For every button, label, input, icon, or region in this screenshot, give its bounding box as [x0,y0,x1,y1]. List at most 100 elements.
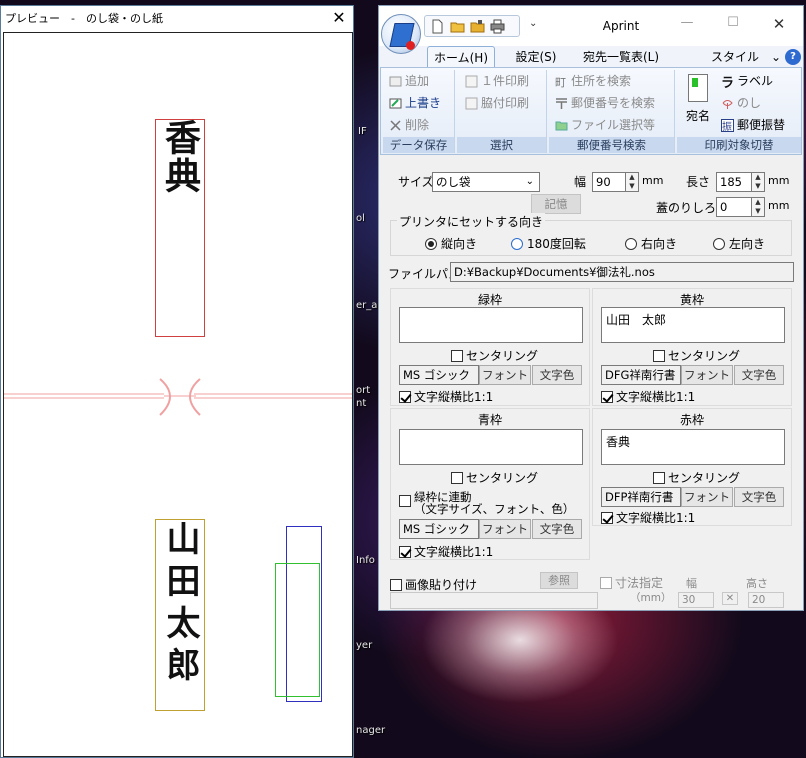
transfer-icon: 振 [721,119,734,133]
yellow-ratio-checkbox[interactable]: 文字縦横比1:1 [601,388,695,405]
close-icon[interactable]: ✕ [325,7,353,29]
svg-text:振: 振 [722,120,732,132]
length-stepper[interactable]: ▲ ▼ [752,172,765,192]
chevron-down-icon: ⌄ [525,176,534,187]
orientation-right[interactable]: 右向き [625,235,677,252]
blue-frame-textarea[interactable] [399,429,583,465]
tab-address-list[interactable]: 宛先一覧表(L) [581,46,661,68]
blue-link-green-checkbox[interactable]: 緑枠に連動 （文字サイズ、フォント、色） [399,491,574,515]
tab-home[interactable]: ホーム(H) [427,46,495,68]
search-address-button[interactable]: 町 住所を検索 [555,72,631,91]
yellow-frame-textarea[interactable]: 山田 太郎 [601,307,785,343]
dimension-checkbox[interactable]: 寸法指定 [600,574,663,591]
file-select-button[interactable]: ファイル選択等 [555,116,655,135]
label-button[interactable]: ラ ラベル [721,72,773,91]
length-label: 長さ [686,175,711,189]
help-icon[interactable]: ? [785,49,801,65]
dim-height-input[interactable]: 20 [748,592,784,608]
red-frame-textarea[interactable]: 香典 [601,429,785,465]
style-menu[interactable]: スタイル ⌄ [711,46,781,68]
desktop-icon-label[interactable]: IF [358,126,367,137]
blue-font-button[interactable]: フォント [479,519,531,539]
tab-settings[interactable]: 設定(S) [511,46,561,68]
size-select[interactable]: のし袋 ⌄ [432,172,540,192]
browse-button[interactable]: 参照 [540,572,578,589]
flap-input[interactable]: 0 [716,197,752,217]
orientation-group: プリンタにセットする向き 縦向き 180度回転 右向き 左向き [390,213,792,256]
add-button[interactable]: 追加 [389,72,429,91]
group-postal-search: 町 住所を検索 郵便番号を検索 ファイル選択等 郵便番号検索 [549,70,675,153]
width-stepper[interactable]: ▲ ▼ [626,172,639,192]
desktop-icon-label[interactable]: nt [356,398,366,409]
recipient-button[interactable]: 宛名 [681,72,715,126]
yellow-centering-checkbox[interactable]: センタリング [653,347,740,364]
delete-button[interactable]: 削除 [389,116,429,135]
red-centering-checkbox[interactable]: センタリング [653,469,740,486]
settings-panel: サイズ のし袋 ⌄ 幅 90 ▲ ▼ mm 長さ 185 ▲ ▼ mm 記憶 蓋のり… [380,158,802,610]
desktop-icon-label[interactable]: ort [356,385,370,396]
red-frame-text: 香典 [159,119,201,195]
length-input[interactable]: 185 [716,172,752,192]
desktop-icon-label[interactable]: nager [356,725,385,736]
orientation-title: プリンタにセットする向き [397,213,546,230]
green-ratio-checkbox[interactable]: 文字縦横比1:1 [399,388,493,405]
checkbox-icon [465,97,478,110]
orientation-left[interactable]: 左向き [713,235,765,252]
yellow-color-button[interactable]: 文字色 [734,365,784,385]
scissors-icon [389,119,402,132]
ribbon: 追加 上書き 削除 データ保存 １件印刷 脇付印刷 選択 町 住所を検索 郵便番… [380,67,802,155]
yellow-font-button[interactable]: フォント [681,365,733,385]
dim-width-input[interactable]: 30 [678,592,714,608]
red-ratio-checkbox[interactable]: 文字縦横比1:1 [601,509,695,526]
width-input[interactable]: 90 [592,172,626,192]
maximize-button[interactable]: ☐ [723,15,743,30]
desktop-icon-label[interactable]: yer [356,640,372,651]
noshi-button[interactable]: のし [721,94,761,113]
checkbox-icon [465,75,478,88]
red-frame-title: 赤枠 [679,413,704,427]
blue-centering-checkbox[interactable]: センタリング [451,469,538,486]
blue-color-button[interactable]: 文字色 [532,519,582,539]
group-label: データ保存 [383,137,454,153]
times-icon: ✕ [722,592,738,605]
blue-ratio-checkbox[interactable]: 文字縦横比1:1 [399,543,493,560]
svg-text:ラ: ラ [721,76,734,88]
green-color-button[interactable]: 文字色 [532,365,582,385]
flap-stepper[interactable]: ▲ ▼ [752,197,765,217]
green-font-name: MS ゴシック [399,365,479,385]
overwrite-icon [389,97,402,110]
add-icon [389,75,402,88]
orientation-portrait[interactable]: 縦向き [425,235,477,252]
preview-titlebar[interactable]: プレビュー - のし袋・のし紙 ✕ [1,6,353,30]
orientation-rotate-180[interactable]: 180度回転 [511,235,586,252]
desktop-icon-label[interactable]: er_ai [356,300,380,311]
postal-transfer-button[interactable]: 振 郵便振替 [721,116,785,135]
green-frame-box: 緑枠 センタリング MS ゴシック フォント 文字色 文字縦横比1:1 [390,288,590,406]
overwrite-button[interactable]: 上書き [389,94,441,113]
image-paste-checkbox[interactable]: 画像貼り付け [390,576,477,593]
postal-mark-icon [555,97,568,110]
svg-text:町: 町 [555,76,566,88]
green-font-button[interactable]: フォント [479,365,531,385]
width-label: 幅 [574,175,587,189]
skip-print-button[interactable]: 脇付印刷 [465,94,529,113]
search-postal-button[interactable]: 郵便番号を検索 [555,94,655,113]
yellow-frame-box: 黄枠 山田 太郎 センタリング DFG祥南行書 フォント 文字色 文字縦横比1:… [592,288,792,406]
desktop-icon-label[interactable]: Info [356,555,375,566]
red-font-button[interactable]: フォント [681,487,733,507]
green-frame-textarea[interactable] [399,307,583,343]
red-color-button[interactable]: 文字色 [734,487,784,507]
blue-frame-title: 青枠 [477,413,502,427]
app-logo-icon[interactable] [381,14,421,54]
close-button[interactable]: ✕ [769,15,789,33]
green-centering-checkbox[interactable]: センタリング [451,347,538,364]
memory-button[interactable]: 記憶 [531,194,581,214]
filepath-field: D:¥Backup¥Documents¥御法礼.nos [450,262,794,282]
print-one-button[interactable]: １件印刷 [465,72,529,91]
aprint-titlebar[interactable]: ⌄ Aprint — ☐ ✕ [379,6,803,54]
unit-label: mm [768,174,790,187]
desktop-icon-label[interactable]: ol [356,213,365,224]
group-print-target: 宛名 ラ ラベル のし 振 郵便振替 印刷対象切替 [677,70,801,153]
preview-window: プレビュー - のし袋・のし紙 ✕ 香典 山田太郎 [0,5,354,758]
minimize-button[interactable]: — [677,15,697,30]
